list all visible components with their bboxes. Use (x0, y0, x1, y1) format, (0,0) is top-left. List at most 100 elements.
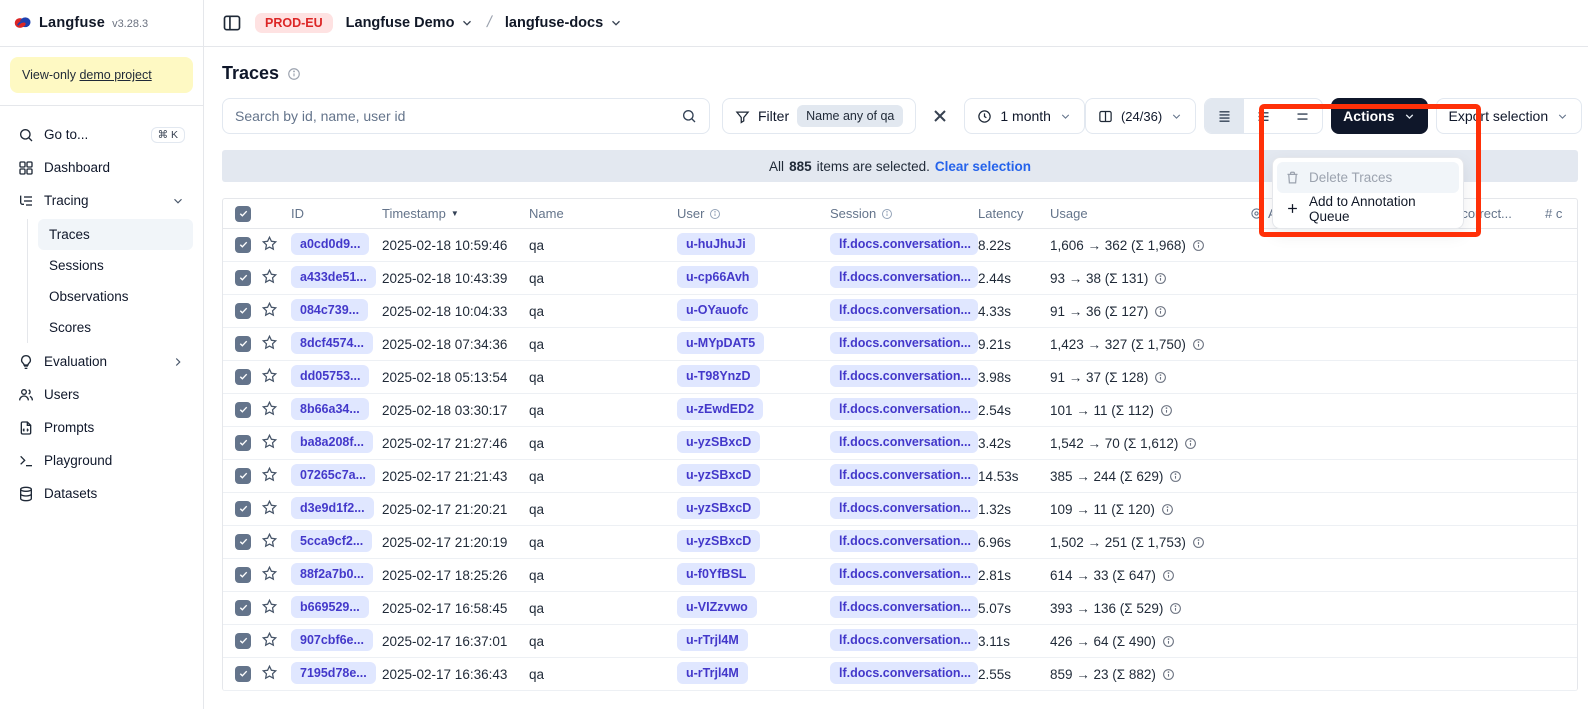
trace-id-badge[interactable]: a433de51... (291, 266, 376, 288)
row-checkbox[interactable] (235, 666, 251, 682)
star-icon[interactable] (261, 631, 278, 648)
trace-id-badge[interactable]: 88f2a7b0... (291, 563, 373, 585)
star-icon[interactable] (261, 268, 278, 285)
table-row[interactable]: a433de51... 2025-02-18 10:43:39 qa u-cp6… (223, 262, 1577, 295)
actions-button[interactable]: Actions (1331, 98, 1427, 134)
trace-id-badge[interactable]: dd05753... (291, 365, 369, 387)
header-timestamp[interactable]: Timestamp▼ (382, 206, 529, 221)
sidebar-item-users[interactable]: Users (10, 378, 193, 411)
info-icon[interactable] (1154, 272, 1167, 285)
trace-id-badge[interactable]: d3e9d1f2... (291, 497, 374, 519)
trace-id-badge[interactable]: 8dcf4574... (291, 332, 373, 354)
table-row[interactable]: 07265c7a... 2025-02-17 21:21:43 qa u-yzS… (223, 460, 1577, 493)
clear-selection-link[interactable]: Clear selection (935, 159, 1031, 174)
sidebar-item-evaluation[interactable]: Evaluation (10, 345, 193, 378)
session-badge[interactable]: lf.docs.conversation... (830, 497, 978, 519)
star-icon[interactable] (261, 367, 278, 384)
trace-id-badge[interactable]: 07265c7a... (291, 464, 375, 486)
session-badge[interactable]: lf.docs.conversation... (830, 563, 978, 585)
session-badge[interactable]: lf.docs.conversation... (830, 530, 978, 552)
row-checkbox[interactable] (235, 633, 251, 649)
sidebar-item-sessions[interactable]: Sessions (38, 250, 193, 281)
trace-id-badge[interactable]: a0cd0d9... (291, 233, 369, 255)
sidebar-item-observations[interactable]: Observations (38, 281, 193, 312)
row-checkbox[interactable] (235, 303, 251, 319)
row-height-small-button[interactable] (1205, 99, 1244, 133)
filter-button[interactable]: Filter Name any of qa (722, 98, 916, 134)
user-badge[interactable]: u-T98YnzD (677, 365, 760, 387)
star-icon[interactable] (261, 235, 278, 252)
user-badge[interactable]: u-OYauofc (677, 299, 758, 321)
header-latency[interactable]: Latency (978, 206, 1050, 221)
header-session[interactable]: Session (830, 206, 978, 221)
sidebar-item-goto[interactable]: Go to... ⌘ K (10, 118, 193, 151)
info-icon[interactable] (1154, 371, 1167, 384)
info-icon[interactable] (1169, 602, 1182, 615)
trace-id-badge[interactable]: 5cca9cf2... (291, 530, 372, 552)
table-row[interactable]: dd05753... 2025-02-18 05:13:54 qa u-T98Y… (223, 361, 1577, 394)
session-badge[interactable]: lf.docs.conversation... (830, 332, 978, 354)
trace-id-badge[interactable]: b669529... (291, 596, 369, 618)
sidebar-item-datasets[interactable]: Datasets (10, 477, 193, 510)
info-icon[interactable] (1160, 404, 1173, 417)
sidebar-item-tracing[interactable]: Tracing (10, 184, 193, 217)
table-row[interactable]: 7195d78e... 2025-02-17 16:36:43 qa u-rTr… (223, 658, 1577, 691)
header-score-correctness[interactable]: -correct... (1457, 206, 1545, 221)
user-badge[interactable]: u-rTrjl4M (677, 629, 748, 651)
row-checkbox[interactable] (235, 534, 251, 550)
star-icon[interactable] (261, 598, 278, 615)
session-badge[interactable]: lf.docs.conversation... (830, 365, 978, 387)
table-row[interactable]: a0cd0d9... 2025-02-18 10:59:46 qa u-huJh… (223, 229, 1577, 262)
row-checkbox[interactable] (235, 435, 251, 451)
user-badge[interactable]: u-yzSBxcD (677, 431, 760, 453)
session-badge[interactable]: lf.docs.conversation... (830, 596, 978, 618)
header-score-more[interactable]: # c (1545, 206, 1577, 221)
sidebar-item-dashboard[interactable]: Dashboard (10, 151, 193, 184)
user-badge[interactable]: u-cp66Avh (677, 266, 758, 288)
session-badge[interactable]: lf.docs.conversation... (830, 233, 978, 255)
row-height-medium-button[interactable] (1244, 99, 1283, 133)
export-selection-button[interactable]: Export selection (1436, 98, 1583, 134)
user-badge[interactable]: u-huJhuJi (677, 233, 755, 255)
star-icon[interactable] (261, 433, 278, 450)
star-icon[interactable] (261, 664, 278, 681)
star-icon[interactable] (261, 301, 278, 318)
star-icon[interactable] (261, 532, 278, 549)
user-badge[interactable]: u-VIZzvwo (677, 596, 757, 618)
table-row[interactable]: 88f2a7b0... 2025-02-17 18:25:26 qa u-f0Y… (223, 559, 1577, 592)
session-badge[interactable]: lf.docs.conversation... (830, 464, 978, 486)
search-input[interactable] (235, 108, 673, 124)
table-row[interactable]: d3e9d1f2... 2025-02-17 21:20:21 qa u-yzS… (223, 493, 1577, 526)
row-checkbox[interactable] (235, 270, 251, 286)
session-badge[interactable]: lf.docs.conversation... (830, 629, 978, 651)
project-selector[interactable]: langfuse-docs (505, 15, 623, 31)
user-badge[interactable]: u-MYpDAT5 (677, 332, 764, 354)
session-badge[interactable]: lf.docs.conversation... (830, 299, 978, 321)
time-range-button[interactable]: 1 month (964, 98, 1085, 134)
info-icon[interactable] (1162, 635, 1175, 648)
row-checkbox[interactable] (235, 468, 251, 484)
trace-id-badge[interactable]: 084c739... (291, 299, 368, 321)
search-icon[interactable] (681, 108, 697, 124)
info-icon[interactable] (1192, 536, 1205, 549)
user-badge[interactable]: u-yzSBxcD (677, 464, 760, 486)
header-id[interactable]: ID (291, 206, 382, 221)
star-icon[interactable] (261, 400, 278, 417)
info-icon[interactable] (1161, 503, 1174, 516)
row-checkbox[interactable] (235, 336, 251, 352)
menu-item-delete-traces[interactable]: Delete Traces (1277, 162, 1459, 193)
header-usage[interactable]: Usage (1050, 206, 1250, 221)
table-row[interactable]: 084c739... 2025-02-18 10:04:33 qa u-OYau… (223, 295, 1577, 328)
header-user[interactable]: User (677, 206, 830, 221)
info-icon[interactable] (1184, 437, 1197, 450)
table-row[interactable]: b669529... 2025-02-17 16:58:45 qa u-VIZz… (223, 592, 1577, 625)
sidebar-item-scores[interactable]: Scores (38, 312, 193, 343)
user-badge[interactable]: u-yzSBxcD (677, 497, 760, 519)
star-icon[interactable] (261, 565, 278, 582)
info-icon[interactable] (1169, 470, 1182, 483)
row-checkbox[interactable] (235, 567, 251, 583)
info-icon[interactable] (1192, 239, 1205, 252)
star-icon[interactable] (261, 466, 278, 483)
sidebar-item-playground[interactable]: Playground (10, 444, 193, 477)
info-icon[interactable] (1162, 569, 1175, 582)
